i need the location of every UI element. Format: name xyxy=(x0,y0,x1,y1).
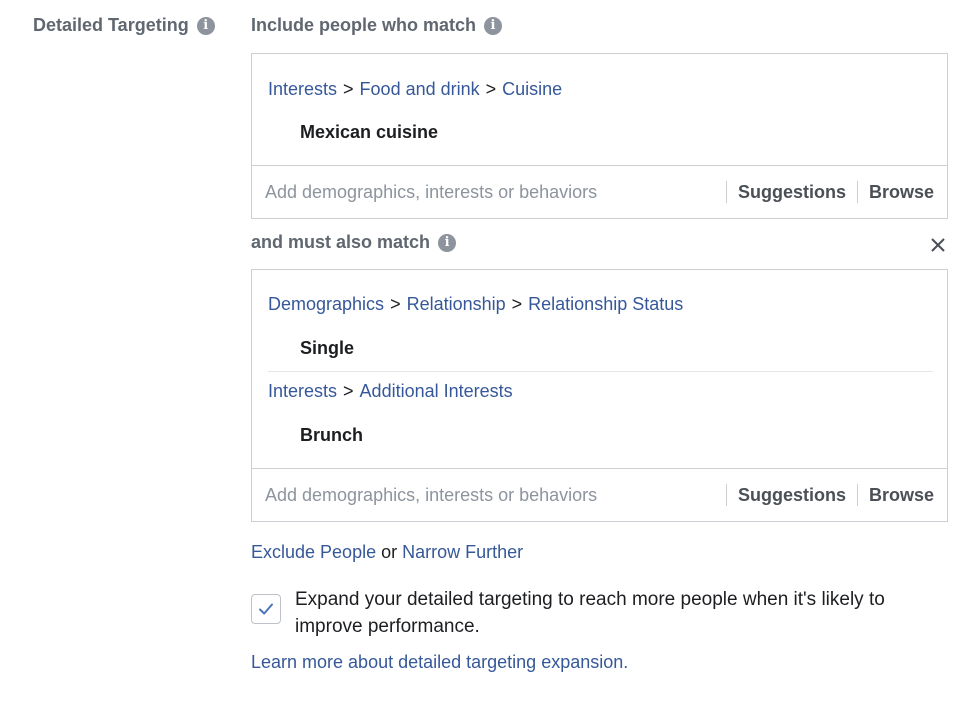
include-search-input[interactable] xyxy=(265,181,705,203)
breadcrumb: Interests > Food and drink > Cuisine xyxy=(268,79,562,100)
expand-targeting-label: Expand your detailed targeting to reach … xyxy=(295,589,885,637)
detailed-targeting-title: Detailed Targeting xyxy=(33,15,189,35)
breadcrumb-separator: > xyxy=(343,79,354,99)
targeting-item-mexican-cuisine[interactable]: Mexican cuisine xyxy=(300,122,438,143)
narrow-input-bar: Suggestions Browse xyxy=(252,468,947,521)
include-label-text: Include people who match xyxy=(251,15,477,35)
breadcrumb-link-interests[interactable]: Interests xyxy=(268,79,337,99)
expand-targeting-checkbox[interactable] xyxy=(251,594,281,624)
breadcrumb-link-additional-interests[interactable]: Additional Interests xyxy=(360,381,513,401)
breadcrumb-separator: > xyxy=(343,381,354,401)
include-input-bar: Suggestions Browse xyxy=(252,165,947,218)
exclude-people-link[interactable]: Exclude People xyxy=(251,542,376,562)
learn-more-link[interactable]: Learn more about detailed targeting expa… xyxy=(251,652,628,673)
narrow-further-link[interactable]: Narrow Further xyxy=(402,542,523,562)
breadcrumb-separator: > xyxy=(511,294,523,314)
breadcrumb: Interests > Additional Interests xyxy=(268,381,513,402)
close-icon-svg xyxy=(931,238,945,252)
or-text: or xyxy=(381,542,398,562)
info-icon[interactable]: i xyxy=(438,233,457,252)
targeting-item-brunch[interactable]: Brunch xyxy=(300,425,363,446)
narrow-section-label: and must also match i xyxy=(251,232,457,253)
info-icon[interactable]: i xyxy=(196,16,215,35)
close-icon[interactable] xyxy=(927,234,949,256)
targeting-item-single[interactable]: Single xyxy=(300,338,354,359)
include-section-label: Include people who match i xyxy=(251,15,503,36)
breadcrumb-separator: > xyxy=(390,294,401,314)
narrow-suggestions-button[interactable]: Suggestions xyxy=(725,484,857,506)
breadcrumb-link-relationship[interactable]: Relationship xyxy=(407,294,506,314)
narrow-label-text: and must also match xyxy=(251,232,431,252)
criteria-divider xyxy=(268,371,933,372)
narrow-targeting-box: Demographics > Relationship > Relationship S… xyxy=(251,269,948,522)
include-targeting-box: Interests > Food and drink > Cuisine Mexican… xyxy=(251,53,948,219)
breadcrumb-link-food-and-drink[interactable]: Food and drink xyxy=(360,79,480,99)
breadcrumb-separator: > xyxy=(485,79,497,99)
breadcrumb-link-interests[interactable]: Interests xyxy=(268,381,337,401)
narrow-browse-button[interactable]: Browse xyxy=(856,484,947,506)
info-icon[interactable]: i xyxy=(484,16,503,35)
checkmark-icon xyxy=(259,603,273,615)
narrow-search-input[interactable] xyxy=(265,484,705,506)
exclude-narrow-links: Exclude People or Narrow Further xyxy=(251,542,523,563)
include-suggestions-button[interactable]: Suggestions xyxy=(725,181,857,203)
breadcrumb-link-demographics[interactable]: Demographics xyxy=(268,294,384,314)
detailed-targeting-label: Detailed Targeting i xyxy=(33,15,215,36)
breadcrumb-link-relationship-status[interactable]: Relationship Status xyxy=(528,294,683,314)
breadcrumb-link-cuisine[interactable]: Cuisine xyxy=(502,79,562,99)
include-browse-button[interactable]: Browse xyxy=(856,181,947,203)
breadcrumb: Demographics > Relationship > Relationship S… xyxy=(268,294,683,315)
